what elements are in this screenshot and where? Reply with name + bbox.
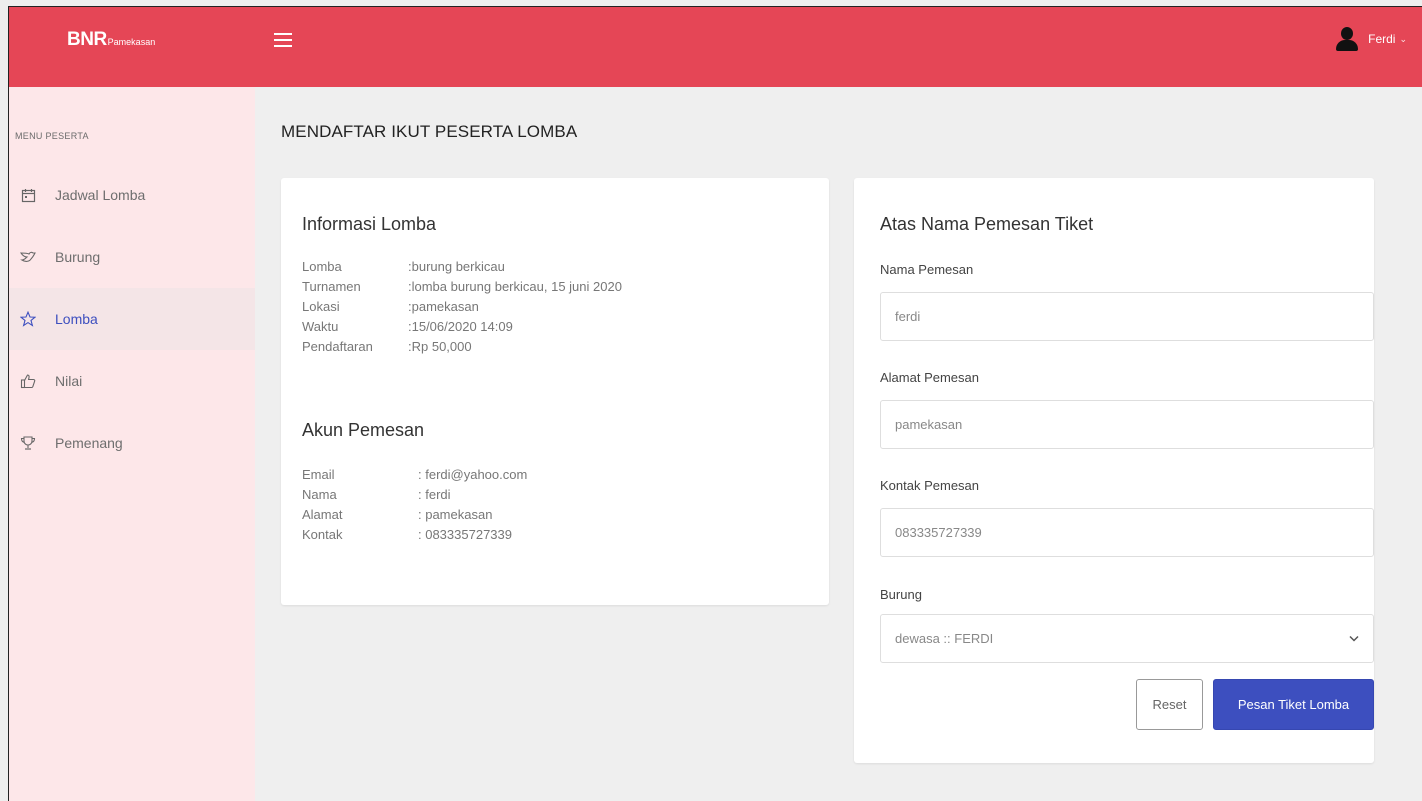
- sidebar-item-label: Nilai: [55, 373, 83, 389]
- account-row: Kontak : 083335727339: [302, 527, 512, 542]
- user-menu[interactable]: Ferdi ⌄: [1336, 27, 1407, 51]
- account-key: Kontak: [302, 527, 343, 542]
- brand-logo[interactable]: BNRPamekasan: [67, 29, 155, 51]
- info-row: Pendaftaran :Rp 50,000: [302, 339, 472, 354]
- account-card-title: Akun Pemesan: [302, 420, 425, 440]
- account-value: : ferdi: [418, 487, 451, 502]
- account-key: Email: [302, 467, 335, 482]
- top-navbar: BNRPamekasan Ferdi ⌄: [9, 7, 1422, 87]
- account-key: Nama: [302, 487, 337, 502]
- info-row: Waktu :15/06/2020 14:09: [302, 319, 513, 334]
- sidebar-item-nilai[interactable]: Nilai: [9, 350, 255, 412]
- brand-sub: Pamekasan: [107, 37, 156, 47]
- account-row: Alamat : pamekasan: [302, 507, 492, 522]
- menu-toggle-icon[interactable]: [274, 33, 292, 47]
- sidebar-item-label: Pemenang: [55, 435, 123, 451]
- sidebar-item-jadwal-lomba[interactable]: Jadwal Lomba: [9, 164, 255, 226]
- app-frame: BNRPamekasan Ferdi ⌄ MENU PESERTA Jadwal…: [8, 6, 1422, 801]
- info-value: :Rp 50,000: [408, 339, 472, 354]
- info-value: :15/06/2020 14:09: [408, 319, 513, 334]
- account-value: : pamekasan: [418, 507, 493, 522]
- info-key: Lomba: [302, 259, 342, 274]
- info-row: Turnamen :lomba burung berkicau, 15 juni …: [302, 279, 622, 294]
- thumbs-up-icon: [19, 372, 37, 390]
- user-icon: [1336, 27, 1359, 51]
- bird-select-value: dewasa :: FERDI: [895, 631, 994, 646]
- trophy-icon: [19, 434, 37, 452]
- sidebar: MENU PESERTA Jadwal Lomba Burung Lomba N…: [9, 87, 255, 801]
- booking-form-card: Atas Nama Pemesan Tiket Nama Pemesan Ala…: [854, 178, 1374, 763]
- user-name: Ferdi: [1368, 32, 1396, 46]
- star-icon: [19, 310, 37, 328]
- chevron-down-icon: [1349, 633, 1359, 645]
- account-value: : ferdi@yahoo.com: [418, 467, 528, 482]
- info-value: :burung berkicau: [408, 259, 505, 274]
- competition-info-card: Informasi Lomba Lomba :burung berkicau Tu…: [281, 178, 829, 605]
- address-field[interactable]: [880, 400, 1374, 449]
- account-value: : 083335727339: [418, 527, 512, 542]
- account-row: Email : ferdi@yahoo.com: [302, 467, 527, 482]
- info-row: Lokasi :pamekasan: [302, 299, 479, 314]
- calendar-icon: [19, 186, 37, 204]
- info-value: :pamekasan: [408, 299, 479, 314]
- bird-select[interactable]: dewasa :: FERDI: [880, 614, 1374, 663]
- info-key: Waktu: [302, 319, 339, 334]
- sidebar-item-lomba[interactable]: Lomba: [9, 288, 255, 350]
- bird-icon: [19, 248, 37, 266]
- sidebar-item-label: Lomba: [55, 311, 98, 327]
- contact-field[interactable]: [880, 508, 1374, 557]
- bird-label: Burung: [880, 587, 922, 602]
- info-key: Lokasi: [302, 299, 340, 314]
- chevron-down-icon: ⌄: [1399, 33, 1407, 44]
- name-field[interactable]: [880, 292, 1374, 341]
- info-key: Turnamen: [302, 279, 361, 294]
- reset-button[interactable]: Reset: [1136, 679, 1203, 730]
- account-key: Alamat: [302, 507, 343, 522]
- page-title: MENDAFTAR IKUT PESERTA LOMBA: [281, 122, 578, 141]
- sidebar-item-label: Jadwal Lomba: [55, 187, 146, 203]
- contact-label: Kontak Pemesan: [880, 478, 980, 493]
- sidebar-item-pemenang[interactable]: Pemenang: [9, 412, 255, 474]
- address-label: Alamat Pemesan: [880, 370, 979, 385]
- sidebar-heading: MENU PESERTA: [15, 131, 89, 141]
- name-label: Nama Pemesan: [880, 262, 974, 277]
- sidebar-item-burung[interactable]: Burung: [9, 226, 255, 288]
- sidebar-item-label: Burung: [55, 249, 101, 265]
- info-key: Pendaftaran: [302, 339, 373, 354]
- info-row: Lomba :burung berkicau: [302, 259, 505, 274]
- form-title: Atas Nama Pemesan Tiket: [880, 214, 1094, 234]
- info-value: :lomba burung berkicau, 15 juni 2020: [408, 279, 622, 294]
- account-row: Nama : ferdi: [302, 487, 451, 502]
- brand-main: BNR: [67, 29, 107, 50]
- info-card-title: Informasi Lomba: [302, 214, 437, 234]
- book-ticket-button[interactable]: Pesan Tiket Lomba: [1213, 679, 1374, 730]
